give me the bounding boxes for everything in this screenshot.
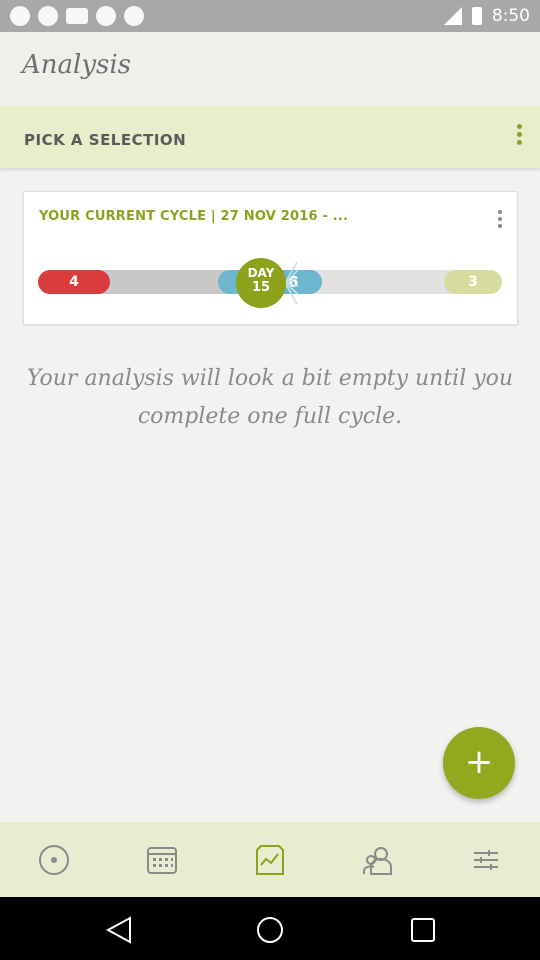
current-day-marker: DAY 15 [236,258,286,308]
signal-icon [443,7,462,25]
battery-icon [471,7,482,25]
nav-calendar[interactable] [144,842,180,878]
ovulation-rays-icon [284,261,298,305]
nav-partner[interactable] [360,842,396,878]
home-icon[interactable] [255,915,285,945]
current-cycle-card[interactable]: YOUR CURRENT CYCLE | 27 NOV 2016 - ... 6… [23,191,518,325]
bottom-navigation [0,822,540,897]
nav-settings[interactable] [468,842,504,878]
system-navigation-bar [0,897,540,960]
cycle-title: YOUR CURRENT CYCLE | 27 NOV 2016 - ... [39,209,349,224]
card-more-options-icon[interactable] [497,210,503,228]
selection-label: PICK A SELECTION [24,131,187,149]
remaining-days: 3 [444,270,502,294]
add-button[interactable]: + [443,727,515,799]
partner-icon [363,847,392,875]
settings-icon [474,850,498,870]
notification-icon [10,6,30,26]
recents-icon[interactable] [408,915,438,945]
nav-cycle[interactable] [36,842,72,878]
nav-analysis[interactable] [252,842,288,878]
day-number: 15 [251,280,271,295]
cycle-timeline: 6 4 3 DAY 15 [38,258,502,308]
status-bar: 8:50 [0,0,540,32]
empty-analysis-message: Your analysis will look a bit empty unti… [26,366,514,429]
app-header: Analysis [0,32,540,106]
cat-icon [96,6,116,26]
app-notification-icon [66,8,88,24]
pinterest-icon [124,6,144,26]
more-options-icon[interactable] [516,124,522,145]
cycle-icon [39,845,69,875]
selection-bar[interactable]: PICK A SELECTION [0,106,540,168]
period-segment: 4 [38,270,110,294]
analysis-icon [256,845,284,875]
notification-icon [38,6,58,26]
plus-icon: + [464,742,494,782]
status-time: 8:50 [491,6,530,26]
day-label: DAY [247,266,275,280]
page-title: Analysis [22,50,132,80]
calendar-icon [147,847,177,874]
back-icon[interactable] [104,915,134,945]
